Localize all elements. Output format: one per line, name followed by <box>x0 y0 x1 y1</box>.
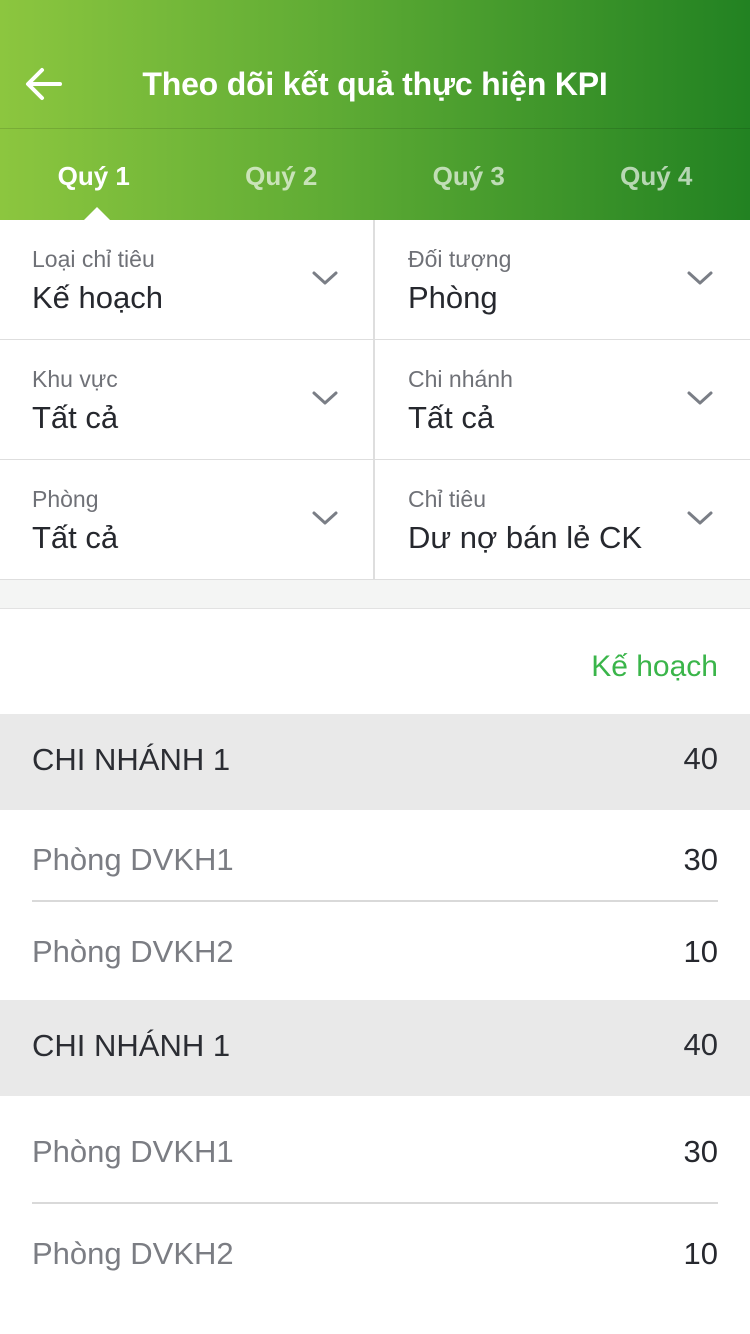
group-value: 40 <box>683 741 718 776</box>
filter-value: Phòng <box>408 280 498 315</box>
filter-value: Tất cả <box>408 400 495 435</box>
page-title: Theo dõi kết quả thực hiện KPI <box>142 66 608 102</box>
filter-target-type[interactable]: Loại chỉ tiêu Kế hoạch <box>0 220 375 340</box>
item-name: Phòng DVKH1 <box>32 842 234 877</box>
item-name: Phòng DVKH2 <box>32 934 234 969</box>
item-name: Phòng DVKH1 <box>32 1134 234 1169</box>
filter-label: Loại chỉ tiêu <box>32 246 155 272</box>
chevron-down-icon <box>687 271 713 285</box>
list-item[interactable]: Phòng DVKH2 10 <box>0 902 750 1002</box>
filter-indicator[interactable]: Chỉ tiêu Dư nợ bán lẻ CK <box>375 460 750 580</box>
filter-value: Kế hoạch <box>32 280 163 315</box>
filter-label: Chi nhánh <box>408 366 513 392</box>
top-bar: Theo dõi kết quả thực hiện KPI <box>0 40 750 128</box>
filter-label: Đối tượng <box>408 246 512 272</box>
app-header: Theo dõi kết quả thực hiện KPI Quý 1 Quý… <box>0 0 750 220</box>
filter-department[interactable]: Phòng Tất cả <box>0 460 375 580</box>
item-value: 30 <box>683 1134 718 1169</box>
filter-value: Tất cả <box>32 400 119 435</box>
chevron-down-icon <box>312 391 338 405</box>
column-header-plan: Kế hoạch <box>591 650 718 683</box>
filter-object[interactable]: Đối tượng Phòng <box>375 220 750 340</box>
list-item[interactable]: Phòng DVKH1 30 <box>0 1108 750 1208</box>
filter-label: Phòng <box>32 486 99 512</box>
group-row[interactable]: CHI NHÁNH 1 40 <box>0 714 750 810</box>
tab-quarter-2[interactable]: Quý 2 <box>188 129 376 220</box>
chevron-down-icon <box>312 271 338 285</box>
group-name: CHI NHÁNH 1 <box>32 1028 231 1063</box>
item-value: 30 <box>683 842 718 877</box>
list-item[interactable]: Phòng DVKH1 30 <box>0 810 750 910</box>
filter-value: Dư nợ bán lẻ CK <box>408 520 643 555</box>
group-value: 40 <box>683 1027 718 1062</box>
group-row[interactable]: CHI NHÁNH 1 40 <box>0 1000 750 1096</box>
tab-quarter-3[interactable]: Quý 3 <box>375 129 563 220</box>
chevron-down-icon <box>312 511 338 525</box>
section-gap <box>0 580 750 609</box>
item-value: 10 <box>683 934 718 969</box>
tab-quarter-4[interactable]: Quý 4 <box>563 129 750 220</box>
filter-region[interactable]: Khu vực Tất cả <box>0 340 375 460</box>
filter-label: Chỉ tiêu <box>408 486 486 512</box>
item-name: Phòng DVKH2 <box>32 1236 234 1271</box>
filter-grid: Loại chỉ tiêu Kế hoạch Đối tượng Phòng K… <box>0 220 750 580</box>
group-name: CHI NHÁNH 1 <box>32 742 231 777</box>
chevron-down-icon <box>687 511 713 525</box>
active-tab-indicator <box>84 207 110 220</box>
list-item[interactable]: Phòng DVKH2 10 <box>0 1204 750 1304</box>
quarter-tabs: Quý 1 Quý 2 Quý 3 Quý 4 <box>0 129 750 220</box>
filter-branch[interactable]: Chi nhánh Tất cả <box>375 340 750 460</box>
filter-value: Tất cả <box>32 520 119 555</box>
filter-label: Khu vực <box>32 366 118 392</box>
item-value: 10 <box>683 1236 718 1271</box>
chevron-down-icon <box>687 391 713 405</box>
